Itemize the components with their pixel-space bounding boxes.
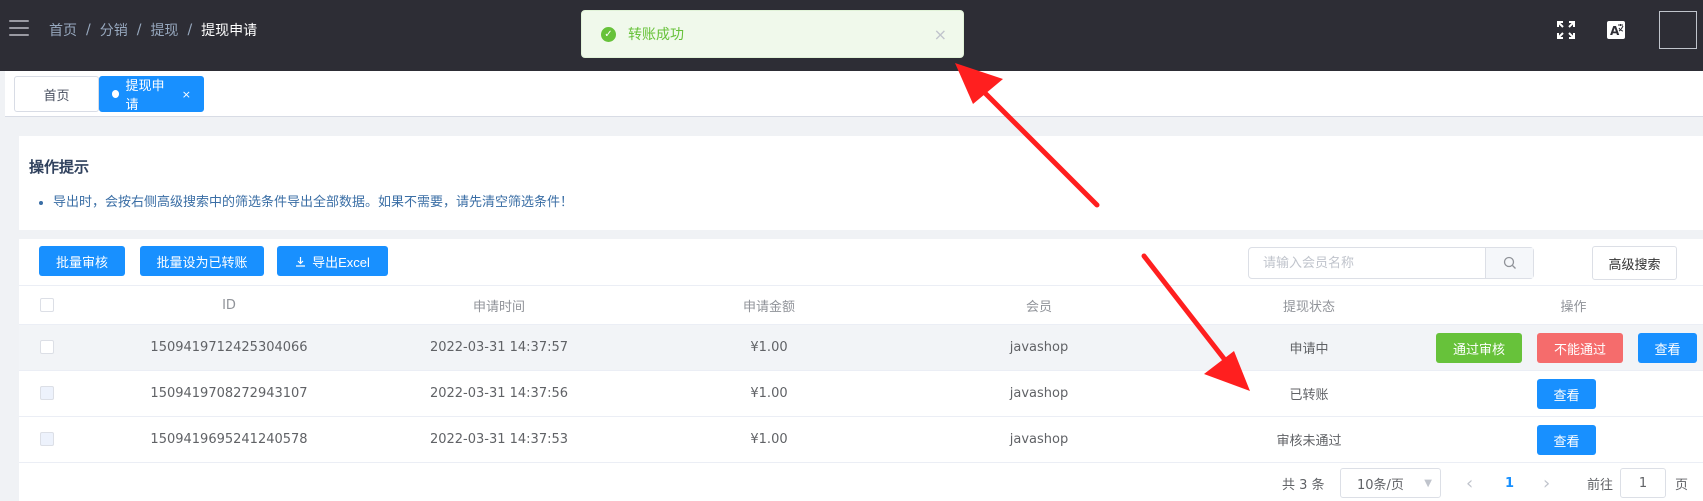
cell-time: 2022-03-31 14:37:57 <box>429 340 569 355</box>
avatar[interactable] <box>1659 11 1697 49</box>
active-dot-icon <box>112 90 120 98</box>
success-toast: ✓ 转账成功 × <box>581 10 964 58</box>
breadcrumb-separator: / <box>187 22 193 38</box>
row-checkbox <box>40 386 54 400</box>
breadcrumb-separator: / <box>136 22 142 38</box>
table-row[interactable]: 1509419712425304066 2022-03-31 14:37:57 … <box>19 325 1703 371</box>
download-icon <box>296 256 306 267</box>
hamburger-icon[interactable] <box>9 20 29 36</box>
advanced-search-button[interactable]: 高级搜索 <box>1592 246 1677 280</box>
tips-item: 导出时，会按右侧高级搜索中的筛选条件导出全部数据。如果不需要，请先清空筛选条件！ <box>53 191 573 210</box>
fullscreen-icon[interactable] <box>1555 19 1577 41</box>
column-header: 申请时间 <box>472 299 525 315</box>
tag-label: 提现申请 <box>125 79 165 113</box>
view-button[interactable]: 查看 <box>1537 379 1596 409</box>
search-icon <box>1503 256 1516 269</box>
column-header: 操作 <box>1560 299 1587 315</box>
page-size-select[interactable]: 10条/页 ▼ <box>1340 468 1441 498</box>
column-header: ID <box>222 297 236 313</box>
row-checkbox[interactable] <box>40 340 54 354</box>
tag-withdraw-apply[interactable]: 提现申请 × <box>99 76 204 113</box>
reject-button[interactable]: 不能通过 <box>1537 333 1623 363</box>
svg-text:A: A <box>1610 24 1620 38</box>
tag-close-icon[interactable]: × <box>182 88 191 101</box>
cell-status: 已转账 <box>1289 388 1329 403</box>
column-header: 提现状态 <box>1282 299 1335 315</box>
batch-transferred-button[interactable]: 批量设为已转账 <box>140 246 264 276</box>
breadcrumb: 首页 / 分销 / 提现 / 提现申请 <box>49 20 257 40</box>
cell-id: 1509419708272943107 <box>150 386 308 401</box>
tips-title: 操作提示 <box>29 158 90 176</box>
column-header: 会员 <box>1025 299 1052 315</box>
goto-prefix: 前往 <box>1587 477 1614 493</box>
view-button[interactable]: 查看 <box>1537 425 1596 455</box>
table-row[interactable]: 1509419695241240578 2022-03-31 14:37:53 … <box>19 417 1703 463</box>
page-number-current[interactable]: 1 <box>1505 468 1514 498</box>
chevron-down-icon: ▼ <box>1424 477 1432 489</box>
table-row[interactable]: 1509419708272943107 2022-03-31 14:37:56 … <box>19 371 1703 417</box>
operation-tips-panel: 操作提示 导出时，会按右侧高级搜索中的筛选条件导出全部数据。如果不需要，请先清空… <box>19 136 1703 230</box>
view-button[interactable]: 查看 <box>1638 333 1697 363</box>
export-excel-label: 导出Excel <box>312 254 370 270</box>
goto-page-input[interactable]: 1 <box>1620 468 1666 498</box>
cell-amount: ¥1.00 <box>750 340 788 355</box>
cell-amount: ¥1.00 <box>750 386 788 401</box>
language-icon[interactable]: A <box>1605 19 1627 41</box>
breadcrumb-current: 提现申请 <box>201 23 258 39</box>
pagination-total: 共 3 条 <box>1282 477 1325 493</box>
tips-list: 导出时，会按右侧高级搜索中的筛选条件导出全部数据。如果不需要，请先清空筛选条件！ <box>53 191 573 210</box>
tag-home[interactable]: 首页 <box>14 76 99 112</box>
search-button[interactable] <box>1485 248 1533 278</box>
next-page-button[interactable]: › <box>1543 468 1550 498</box>
cell-member: javashop <box>1009 340 1069 355</box>
cell-status: 审核未通过 <box>1276 434 1342 449</box>
cell-status: 申请中 <box>1289 342 1329 357</box>
cell-member: javashop <box>1009 386 1069 401</box>
approve-button[interactable]: 通过审核 <box>1436 333 1522 363</box>
tag-label: 首页 <box>43 88 70 104</box>
cell-id: 1509419712425304066 <box>150 340 308 355</box>
toast-message: 转账成功 <box>628 27 684 43</box>
cell-amount: ¥1.00 <box>750 432 788 447</box>
cell-time: 2022-03-31 14:37:53 <box>429 432 569 447</box>
page-size-value: 10条/页 <box>1357 477 1404 493</box>
breadcrumb-item[interactable]: 首页 <box>49 20 77 40</box>
table-header: ID 申请时间 申请金额 会员 提现状态 操作 <box>19 285 1703 325</box>
select-all-checkbox[interactable] <box>40 298 54 312</box>
check-circle-icon: ✓ <box>601 26 616 42</box>
breadcrumb-separator: / <box>86 22 91 38</box>
cell-time: 2022-03-31 14:37:56 <box>429 386 569 401</box>
export-excel-button[interactable]: 导出Excel <box>277 246 388 276</box>
member-search-input[interactable] <box>1249 249 1487 277</box>
close-icon[interactable]: × <box>934 25 947 44</box>
column-header: 申请金额 <box>742 299 795 315</box>
breadcrumb-item[interactable]: 分销 <box>100 20 128 40</box>
row-checkbox <box>40 432 54 446</box>
batch-audit-button[interactable]: 批量审核 <box>39 246 125 276</box>
goto-suffix: 页 <box>1675 477 1689 493</box>
breadcrumb-item[interactable]: 提现 <box>150 20 178 40</box>
cell-member: javashop <box>1009 432 1069 447</box>
prev-page-button[interactable]: ‹ <box>1466 468 1473 498</box>
member-search-box <box>1248 247 1534 279</box>
tags-view-bar: 首页 提现申请 × <box>5 71 1703 117</box>
cell-id: 1509419695241240578 <box>150 432 308 447</box>
